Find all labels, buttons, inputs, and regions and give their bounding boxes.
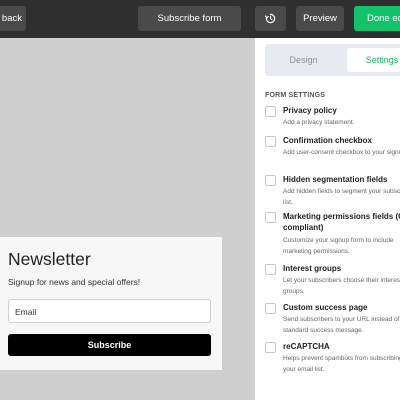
setting-desc: Send subscribers to your URL instead of …	[283, 316, 400, 334]
confirmation-checkbox[interactable]	[265, 136, 276, 147]
top-toolbar: back Subscribe form Preview Done editing	[0, 0, 400, 38]
section-title: FORM SETTINGS	[265, 92, 326, 99]
setting-title: Confirmation checkbox	[283, 136, 372, 145]
newsletter-form-card[interactable]: Newsletter Signup for news and special o…	[0, 237, 222, 370]
setting-title: reCAPTCHA	[283, 342, 330, 351]
tab-design[interactable]: Design	[265, 44, 342, 76]
settings-panel: Design Settings FORM SETTINGS Privacy po…	[255, 38, 400, 400]
hidden-segmentation-checkbox[interactable]	[265, 175, 276, 186]
history-icon	[265, 13, 276, 24]
setting-desc: Helps prevent spambots from subscribing …	[283, 355, 400, 373]
setting-title: Hidden segmentation fields	[283, 175, 388, 184]
setting-title: Privacy policy	[283, 106, 337, 115]
setting-desc: Let your subscribers choose their intere…	[283, 277, 400, 295]
form-title: Newsletter	[8, 249, 91, 269]
setting-desc: Add user-consent checkbox to your signup…	[283, 149, 400, 156]
subscribe-form-button[interactable]: Subscribe form	[138, 6, 241, 31]
panel-tabs: Design Settings	[265, 44, 400, 76]
back-button[interactable]: back	[0, 6, 26, 31]
preview-button[interactable]: Preview	[296, 6, 344, 31]
subscribe-button[interactable]: Subscribe	[8, 334, 211, 356]
setting-title: Marketing permissions fields (GDPR compl…	[283, 212, 400, 232]
tab-settings[interactable]: Settings	[347, 48, 400, 72]
setting-desc: Add hidden fields to segment your subscr…	[283, 188, 400, 206]
setting-desc: Customize your signup form to include ma…	[283, 237, 394, 255]
interest-groups-checkbox[interactable]	[265, 264, 276, 275]
setting-desc: Add a privacy statement.	[283, 119, 355, 126]
email-input[interactable]: Email	[8, 299, 211, 323]
history-button[interactable]	[255, 6, 286, 31]
privacy-policy-checkbox[interactable]	[265, 106, 276, 117]
done-editing-button[interactable]: Done editing	[354, 6, 400, 31]
form-canvas: Newsletter Signup for news and special o…	[0, 38, 255, 400]
form-subtitle: Signup for news and special offers!	[8, 277, 141, 287]
custom-success-page-checkbox[interactable]	[265, 303, 276, 314]
setting-title: Custom success page	[283, 303, 368, 312]
recaptcha-checkbox[interactable]	[265, 342, 276, 353]
setting-title: Interest groups	[283, 264, 342, 273]
marketing-permissions-checkbox[interactable]	[265, 212, 276, 223]
